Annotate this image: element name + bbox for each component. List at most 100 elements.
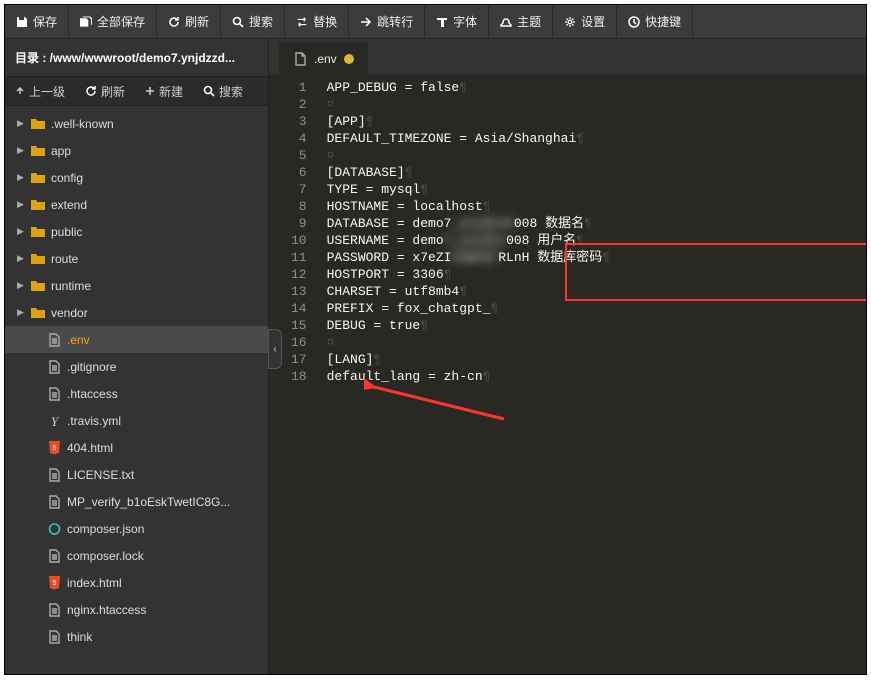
toolbar-goto-button[interactable]: 跳转行 xyxy=(349,5,425,38)
tree-item-route[interactable]: ▶route xyxy=(5,245,268,272)
main-area: 目录 : /www/wwwroot/demo7.ynjdzzd... 上一级刷新… xyxy=(5,39,866,674)
folder-icon xyxy=(31,306,45,320)
toolbar-replace-button[interactable]: 替换 xyxy=(285,5,349,38)
file-icon: 5 xyxy=(47,576,61,590)
toolbar-shortcut-button[interactable]: 快捷键 xyxy=(617,5,693,38)
theme-icon xyxy=(500,16,512,28)
sidebar-tool-label: 上一级 xyxy=(29,83,65,100)
tab-env[interactable]: .env xyxy=(279,43,368,75)
toolbar-label: 字体 xyxy=(453,13,477,30)
tree-item-label: runtime xyxy=(51,279,91,293)
svg-text:5: 5 xyxy=(52,580,56,587)
tree-item-extend[interactable]: ▶ extend xyxy=(5,191,268,218)
file-icon xyxy=(47,468,61,482)
tree-item-env[interactable]: .env xyxy=(5,326,268,353)
svg-text:5: 5 xyxy=(52,445,56,452)
code-content[interactable]: APP_DEBUG = false¶¤[APP]¶DEFAULT_TIMEZON… xyxy=(319,75,866,674)
tree-item-label: public xyxy=(51,225,82,239)
sidebar-tool-label: 搜索 xyxy=(219,83,243,100)
chevron-right-icon: ▶ xyxy=(17,199,25,210)
sidebar-tool-new[interactable]: 新建 xyxy=(135,77,193,105)
toolbar-theme-button[interactable]: 主题 xyxy=(489,5,553,38)
tree-item-indexhtml[interactable]: 5index.html xyxy=(5,569,268,596)
code-line: APP_DEBUG = false¶ xyxy=(327,79,858,96)
tree-item-app[interactable]: ▶app xyxy=(5,137,268,164)
tree-item-label: 404.html xyxy=(67,441,113,455)
toolbar-refresh-button[interactable]: 刷新 xyxy=(157,5,221,38)
tree-item-composerjson[interactable]: composer.json xyxy=(5,515,268,542)
file-icon xyxy=(293,52,307,66)
tree-item-label: extend xyxy=(51,198,87,212)
toolbar-label: 主题 xyxy=(517,13,541,30)
tree-item-label: config xyxy=(51,171,83,185)
tree-item-travisyml[interactable]: Y.travis.yml xyxy=(5,407,268,434)
tree-item-wellknown[interactable]: ▶.well-known xyxy=(5,110,268,137)
tree-item-label: app xyxy=(51,144,71,158)
chevron-right-icon: ▶ xyxy=(17,253,25,264)
line-number: 11 xyxy=(291,249,307,266)
tree-item-runtime[interactable]: ▶ runtime xyxy=(5,272,268,299)
toolbar-settings-button[interactable]: 设置 xyxy=(553,5,617,38)
tree-item-LICENSEtxt[interactable]: LICENSE.txt xyxy=(5,461,268,488)
code-line: ¤ xyxy=(327,334,858,351)
file-icon xyxy=(47,495,61,509)
folder-icon xyxy=(31,117,45,131)
tree-item-config[interactable]: ▶ config xyxy=(5,164,268,191)
file-icon: 5 xyxy=(47,441,61,455)
tree-item-gitignore[interactable]: .gitignore xyxy=(5,353,268,380)
tree-item-nginxhtaccess[interactable]: nginx.htaccess xyxy=(5,596,268,623)
search-icon xyxy=(232,16,244,28)
sidebar-collapse-handle[interactable]: ‹ xyxy=(268,329,282,369)
tree-item-label: .well-known xyxy=(51,117,114,131)
font-icon xyxy=(436,16,448,28)
line-number: 2 xyxy=(291,96,307,113)
tree-item-MPverifyb1oEskTwetIC8G[interactable]: MP_verify_b1oEskTwetIC8G... xyxy=(5,488,268,515)
toolbar-label: 搜索 xyxy=(249,13,273,30)
tree-item-label: MP_verify_b1oEskTwetIC8G... xyxy=(67,495,230,509)
code-line: HOSTNAME = localhost¶ xyxy=(327,198,858,215)
save-icon xyxy=(16,16,28,28)
sidebar-tools: 上一级刷新新建 搜索 xyxy=(5,76,268,106)
toolbar-label: 跳转行 xyxy=(377,13,413,30)
tree-item-htaccess[interactable]: .htaccess xyxy=(5,380,268,407)
chevron-right-icon: ▶ xyxy=(17,172,25,183)
settings-icon xyxy=(564,16,576,28)
file-icon xyxy=(47,522,61,536)
tree-item-label: think xyxy=(67,630,92,644)
replace-icon xyxy=(296,16,308,28)
toolbar-search-button[interactable]: 搜索 xyxy=(221,5,285,38)
toolbar-save-all-button[interactable]: 全部保存 xyxy=(69,5,157,38)
toolbar-font-button[interactable]: 字体 xyxy=(425,5,489,38)
code-line: DEFAULT_TIMEZONE = Asia/Shanghai¶ xyxy=(327,130,858,147)
search-icon xyxy=(203,85,215,97)
line-number: 6 xyxy=(291,164,307,181)
tree-item-label: .travis.yml xyxy=(67,414,121,428)
toolbar-label: 全部保存 xyxy=(97,13,145,30)
tree-item-label: vendor xyxy=(51,306,88,320)
file-tree[interactable]: ▶.well-known▶app▶config▶extend▶public▶ro… xyxy=(5,106,268,674)
folder-icon xyxy=(31,225,45,239)
code-line: [APP]¶ xyxy=(327,113,858,130)
folder-icon xyxy=(31,198,45,212)
tree-item-label: composer.json xyxy=(67,522,144,536)
sidebar-tool-refresh[interactable]: 刷新 xyxy=(75,77,135,105)
tree-item-public[interactable]: ▶public xyxy=(5,218,268,245)
code-line: CHARSET = utf8mb4¶ xyxy=(327,283,858,300)
sidebar-tool-up[interactable]: 上一级 xyxy=(5,77,75,105)
code-line: ¤ xyxy=(327,96,858,113)
sidebar-tool-search[interactable]: 搜索 xyxy=(193,77,253,105)
toolbar-save-button[interactable]: 保存 xyxy=(5,5,69,38)
line-number: 8 xyxy=(291,198,307,215)
code-line: ¤ xyxy=(327,147,858,164)
line-number: 12 xyxy=(291,266,307,283)
line-number: 14 xyxy=(291,300,307,317)
tree-item-vendor[interactable]: ▶vendor xyxy=(5,299,268,326)
chevron-right-icon: ▶ xyxy=(17,280,25,291)
code-line: default_lang = zh-cn¶ xyxy=(327,368,858,385)
tree-item-think[interactable]: think xyxy=(5,623,268,650)
tree-item-404html[interactable]: 5 404.html xyxy=(5,434,268,461)
tab-bar: .env xyxy=(269,39,866,75)
code-area[interactable]: 123456789101112131415161718 APP_DEBUG = … xyxy=(269,75,866,674)
modified-indicator-icon xyxy=(344,54,354,64)
tree-item-composerlock[interactable]: composer.lock xyxy=(5,542,268,569)
